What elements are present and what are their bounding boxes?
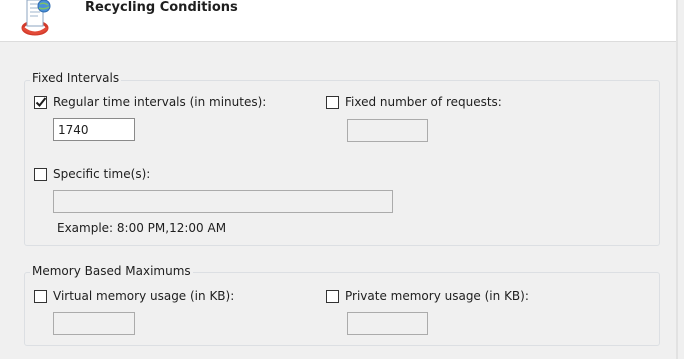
virtual-memory-option[interactable]: Virtual memory usage (in KB):: [34, 288, 234, 304]
specific-times-option[interactable]: Specific time(s):: [34, 166, 150, 182]
memory-maximums-legend: Memory Based Maximums: [30, 264, 193, 278]
virtual-memory-checkbox[interactable]: [34, 289, 47, 303]
window-edge: [676, 0, 678, 359]
regular-time-label: Regular time intervals (in minutes):: [53, 95, 267, 109]
page-header: Recycling Conditions: [0, 0, 676, 42]
private-memory-option[interactable]: Private memory usage (in KB):: [326, 288, 529, 304]
specific-times-example: Example: 8:00 PM,12:00 AM: [57, 221, 227, 235]
specific-times-input[interactable]: [53, 190, 393, 213]
regular-time-checkbox[interactable]: [34, 95, 47, 109]
specific-times-checkbox[interactable]: [34, 167, 47, 181]
specific-times-label: Specific time(s):: [53, 167, 151, 181]
fixed-intervals-legend: Fixed Intervals: [30, 71, 122, 85]
private-memory-checkbox[interactable]: [326, 289, 339, 303]
private-memory-input[interactable]: [347, 312, 428, 335]
fixed-requests-label: Fixed number of requests:: [345, 95, 502, 109]
virtual-memory-input[interactable]: [53, 312, 135, 335]
fixed-requests-checkbox[interactable]: [326, 95, 339, 109]
fixed-requests-option[interactable]: Fixed number of requests:: [326, 94, 502, 110]
fixed-requests-input[interactable]: [347, 119, 428, 142]
page-title: Recycling Conditions: [85, 0, 238, 15]
virtual-memory-label: Virtual memory usage (in KB):: [53, 289, 235, 303]
recycle-document-icon: [18, 0, 54, 36]
private-memory-label: Private memory usage (in KB):: [345, 289, 529, 303]
regular-time-input[interactable]: [53, 118, 135, 141]
checkmark-icon: [35, 96, 47, 107]
regular-time-option[interactable]: Regular time intervals (in minutes):: [34, 94, 266, 110]
